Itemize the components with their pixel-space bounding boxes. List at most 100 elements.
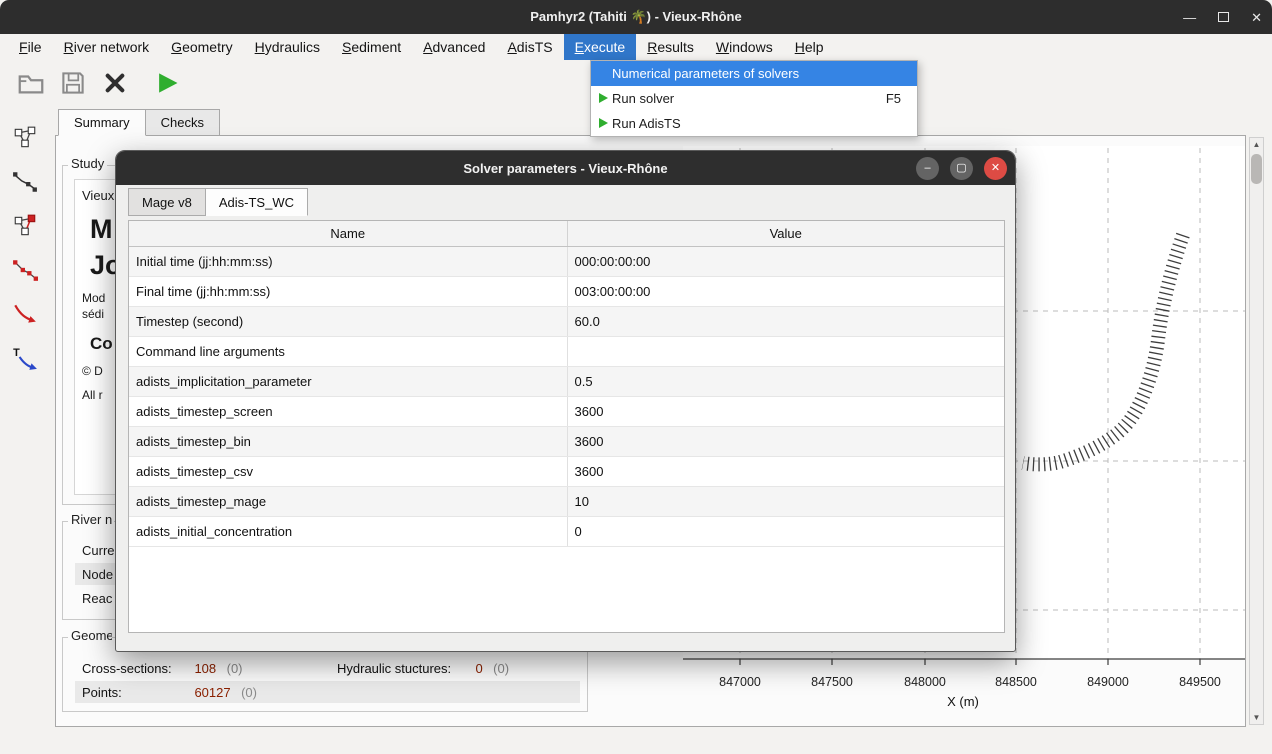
param-value[interactable]: 0.5 (567, 367, 1005, 396)
menu-execute[interactable]: Execute (564, 34, 637, 60)
dialog-close-icon[interactable]: ✕ (984, 157, 1007, 180)
menu-sediment[interactable]: Sediment (331, 34, 412, 60)
tab-adis-ts-wc[interactable]: Adis-TS_WC (206, 188, 308, 216)
points-note: (0) (241, 685, 257, 700)
menubar: File River network Geometry Hydraulics S… (0, 34, 1272, 60)
x-tick-label: 847000 (719, 675, 761, 689)
tab-mage-v8[interactable]: Mage v8 (128, 188, 206, 216)
dialog-minimize-icon[interactable]: – (916, 157, 939, 180)
titlebar[interactable]: Pamhyr2 (Tahiti 🌴) - Vieux-Rhône — ✕ (0, 0, 1272, 34)
close-icon[interactable]: ✕ (1251, 11, 1262, 24)
x-tick-label: 849000 (1087, 675, 1129, 689)
table-row: adists_timestep_screen 3600 (129, 397, 1004, 427)
river-row-current: Curre (82, 543, 115, 558)
play-icon (597, 92, 609, 104)
profile-tool-button[interactable] (6, 163, 44, 200)
menu-river-network[interactable]: River network (53, 34, 161, 60)
param-name: Command line arguments (129, 337, 567, 366)
river-group-label: River n (68, 512, 114, 527)
scrollbar-thumb[interactable] (1251, 154, 1262, 184)
param-value[interactable]: 003:00:00:00 (567, 277, 1005, 306)
points-value: 60127 (194, 685, 230, 700)
dialog-tabs: Mage v8 Adis-TS_WC (128, 188, 308, 216)
vertical-scrollbar[interactable]: ▲ ▼ (1249, 137, 1264, 725)
param-value[interactable]: 60.0 (567, 307, 1005, 336)
scroll-down-icon[interactable]: ▼ (1250, 713, 1263, 722)
t-blue-curve-icon: T (12, 345, 38, 371)
hydrograph-tool-button[interactable] (6, 295, 44, 332)
menu-item-label: Run solver (612, 91, 674, 106)
param-value[interactable] (567, 337, 1005, 366)
network-tool-button[interactable] (6, 119, 44, 156)
menu-file[interactable]: File (8, 34, 53, 60)
param-name: adists_timestep_screen (129, 397, 567, 426)
headline-text-1: M (90, 214, 113, 245)
param-name: adists_timestep_mage (129, 487, 567, 516)
x-tick-label: 849500 (1179, 675, 1221, 689)
hydraulic-structures-stat: Hydraulic stuctures: 0 (0) (337, 660, 509, 678)
param-value[interactable]: 3600 (567, 457, 1005, 486)
dialog-titlebar[interactable]: Solver parameters - Vieux-Rhône – ▢ ✕ (116, 151, 1015, 185)
dialog-maximize-icon[interactable]: ▢ (950, 157, 973, 180)
table-row: adists_timestep_bin 3600 (129, 427, 1004, 457)
run-play-icon (153, 69, 181, 97)
x-axis-ticks (740, 659, 1200, 665)
cross-sections-note: (0) (227, 661, 243, 676)
table-row: adists_timestep_mage 10 (129, 487, 1004, 517)
tab-checks[interactable]: Checks (146, 109, 220, 136)
dialog-window-controls: – ▢ ✕ (916, 157, 1007, 180)
svg-text:T: T (13, 346, 20, 358)
copyright-text: © D (82, 364, 103, 378)
menu-item-run-solver[interactable]: Run solver F5 (591, 86, 917, 111)
reach-tool-button[interactable] (6, 207, 44, 244)
run-solver-button[interactable] (150, 65, 184, 101)
delete-x-icon (102, 70, 128, 96)
open-button[interactable] (14, 65, 48, 101)
rights-text: All r (82, 388, 103, 402)
param-name: adists_timestep_csv (129, 457, 567, 486)
save-floppy-icon (59, 69, 87, 97)
window-controls: — ✕ (1183, 0, 1262, 34)
cross-sections-value: 108 (194, 661, 216, 676)
menu-results[interactable]: Results (636, 34, 705, 60)
minimize-icon[interactable]: — (1183, 11, 1196, 24)
param-value[interactable]: 10 (567, 487, 1005, 516)
save-button[interactable] (56, 65, 90, 101)
table-row: Final time (jj:hh:mm:ss) 003:00:00:00 (129, 277, 1004, 307)
sections-tool-button[interactable] (6, 251, 44, 288)
param-value[interactable]: 3600 (567, 397, 1005, 426)
hydraulic-structures-value: 0 (475, 661, 482, 676)
study-group-label: Study (68, 156, 107, 171)
menu-geometry[interactable]: Geometry (160, 34, 243, 60)
parameters-table: Name Value Initial time (jj:hh:mm:ss) 00… (128, 220, 1005, 633)
menu-item-numerical-parameters[interactable]: Numerical parameters of solvers (591, 61, 917, 86)
window-title: Pamhyr2 (Tahiti 🌴) - Vieux-Rhône (530, 9, 741, 25)
x-tick-label: 848500 (995, 675, 1037, 689)
hydraulic-structures-label: Hydraulic stuctures: (337, 661, 471, 676)
x-tick-label: 847500 (811, 675, 853, 689)
river-row-reaches: Reac (82, 591, 112, 606)
menu-item-label: Run AdisTS (612, 116, 681, 131)
menu-advanced[interactable]: Advanced (412, 34, 496, 60)
param-name: adists_implicitation_parameter (129, 367, 567, 396)
adists-tool-button[interactable]: T (6, 339, 44, 376)
longitudinal-profile-icon (12, 169, 38, 195)
menu-hydraulics[interactable]: Hydraulics (244, 34, 331, 60)
points-stat: Points: 60127 (0) (82, 684, 257, 702)
maximize-icon[interactable] (1218, 11, 1229, 24)
param-name: Initial time (jj:hh:mm:ss) (129, 247, 567, 276)
close-study-button[interactable] (98, 65, 132, 101)
x-axis-title: X (m) (947, 694, 979, 709)
tab-summary[interactable]: Summary (58, 109, 146, 136)
study-name-text: Vieux (82, 188, 114, 203)
scroll-up-icon[interactable]: ▲ (1250, 140, 1263, 149)
menu-adists[interactable]: AdisTS (496, 34, 563, 60)
param-value[interactable]: 3600 (567, 427, 1005, 456)
menu-item-run-adists[interactable]: Run AdisTS (591, 111, 917, 136)
column-header-value: Value (567, 221, 1005, 246)
param-value[interactable]: 0 (567, 517, 1005, 546)
side-toolbar: T (3, 119, 47, 376)
param-value[interactable]: 000:00:00:00 (567, 247, 1005, 276)
menu-windows[interactable]: Windows (705, 34, 784, 60)
menu-help[interactable]: Help (784, 34, 835, 60)
